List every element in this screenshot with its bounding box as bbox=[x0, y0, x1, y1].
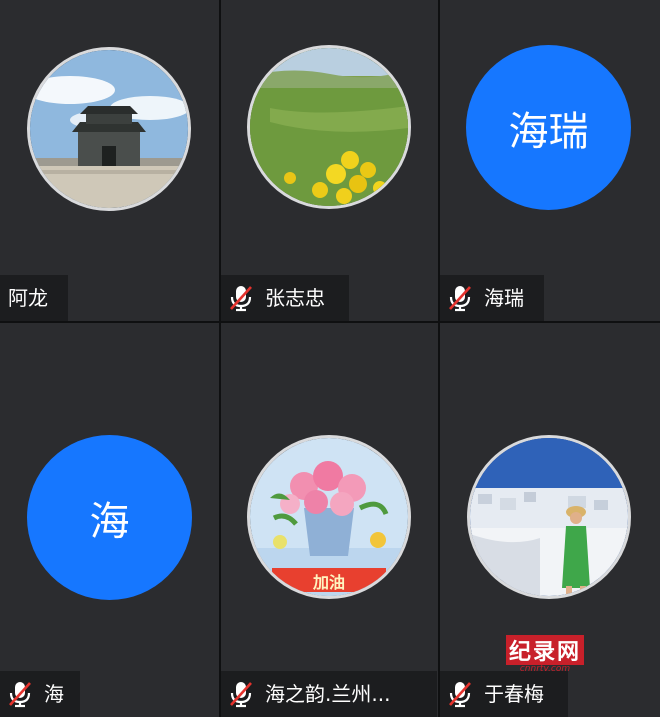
participant-nameplate: 张志忠 bbox=[221, 275, 349, 321]
mic-muted-icon bbox=[9, 682, 31, 708]
participant-avatar bbox=[27, 47, 191, 211]
avatar-text: 海 bbox=[89, 498, 130, 545]
avatar-caption: 加油 bbox=[312, 573, 345, 592]
participant-name: 张志忠 bbox=[265, 286, 325, 310]
participant-tile[interactable]: 阿龙 bbox=[0, 0, 219, 321]
participant-nameplate: 阿龙 bbox=[0, 275, 68, 321]
participant-avatar bbox=[247, 45, 411, 209]
participant-name: 阿龙 bbox=[8, 286, 48, 310]
participant-nameplate: 海 bbox=[0, 671, 80, 717]
mic-muted-icon bbox=[230, 286, 252, 312]
participant-tile[interactable]: 海 海 bbox=[0, 323, 219, 717]
watermark-title: 纪录网 bbox=[506, 635, 584, 665]
participant-avatar: 加油 bbox=[247, 435, 411, 599]
participant-nameplate: 海之韵.兰州... bbox=[221, 671, 437, 717]
participant-name: 海瑞 bbox=[484, 286, 524, 310]
participant-avatar bbox=[467, 435, 631, 599]
watermark-url: cnnrtv.com bbox=[519, 664, 571, 674]
participant-tile[interactable]: 加油 海之韵.兰州... bbox=[221, 323, 438, 717]
avatar-text: 海瑞 bbox=[508, 108, 589, 155]
video-grid: 阿龙 张志忠 海瑞 海瑞 海 海 加油 海之韵.兰州... 于春梅 bbox=[0, 0, 660, 717]
participant-nameplate: 于春梅 bbox=[440, 671, 568, 717]
woman-seaside-photo bbox=[470, 438, 628, 596]
participant-name: 海 bbox=[44, 682, 64, 706]
mic-muted-icon bbox=[230, 682, 252, 708]
participant-name: 海之韵.兰州... bbox=[265, 682, 391, 706]
mic-muted-icon bbox=[449, 286, 471, 312]
city-gate-photo bbox=[30, 50, 188, 208]
participant-tile[interactable]: 张志忠 bbox=[221, 0, 438, 321]
participant-name: 于春梅 bbox=[484, 682, 544, 706]
mic-muted-icon bbox=[449, 682, 471, 708]
participant-avatar: 海 bbox=[27, 435, 192, 600]
participant-tile[interactable]: 海瑞 海瑞 bbox=[440, 0, 660, 321]
grassland-flowers-photo bbox=[250, 48, 408, 206]
site-watermark-logo: 纪录网 cnnrtv.com bbox=[506, 635, 596, 675]
participant-nameplate: 海瑞 bbox=[440, 275, 544, 321]
participant-avatar: 海瑞 bbox=[466, 45, 631, 210]
